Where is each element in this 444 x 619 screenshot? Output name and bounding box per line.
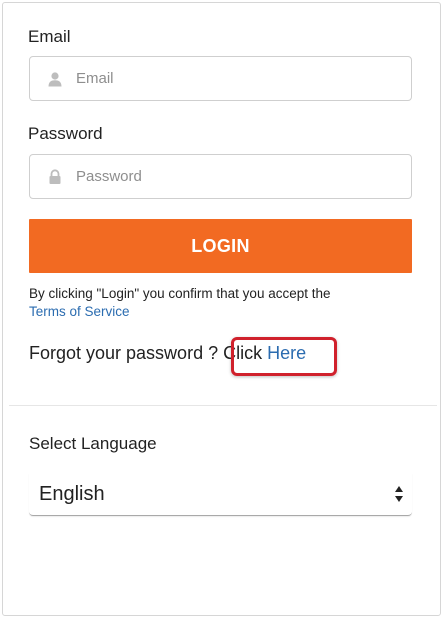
lock-icon bbox=[46, 168, 64, 186]
password-field-container[interactable] bbox=[29, 154, 412, 199]
email-input[interactable] bbox=[76, 70, 376, 87]
forgot-password-row: Forgot your password ? Click Here bbox=[29, 343, 306, 364]
language-selected-value: English bbox=[39, 482, 105, 505]
terms-text: By clicking "Login" you confirm that you… bbox=[29, 286, 331, 301]
email-label: Email bbox=[28, 27, 71, 46]
terms-of-service-link[interactable]: Terms of Service bbox=[29, 304, 130, 319]
terms-notice: By clicking "Login" you confirm that you… bbox=[29, 285, 419, 321]
select-arrows-icon bbox=[394, 485, 404, 503]
email-field-container[interactable] bbox=[29, 56, 412, 101]
forgot-password-text: Forgot your password ? bbox=[29, 343, 219, 363]
click-text: Click bbox=[223, 343, 263, 363]
password-input[interactable] bbox=[76, 168, 376, 185]
user-icon bbox=[46, 70, 64, 88]
divider bbox=[9, 405, 437, 406]
language-label: Select Language bbox=[29, 434, 157, 453]
forgot-password-here-link[interactable]: Here bbox=[267, 343, 306, 363]
language-select[interactable]: English bbox=[29, 473, 412, 516]
password-label: Password bbox=[28, 124, 103, 143]
login-button[interactable]: LOGIN bbox=[29, 219, 412, 273]
